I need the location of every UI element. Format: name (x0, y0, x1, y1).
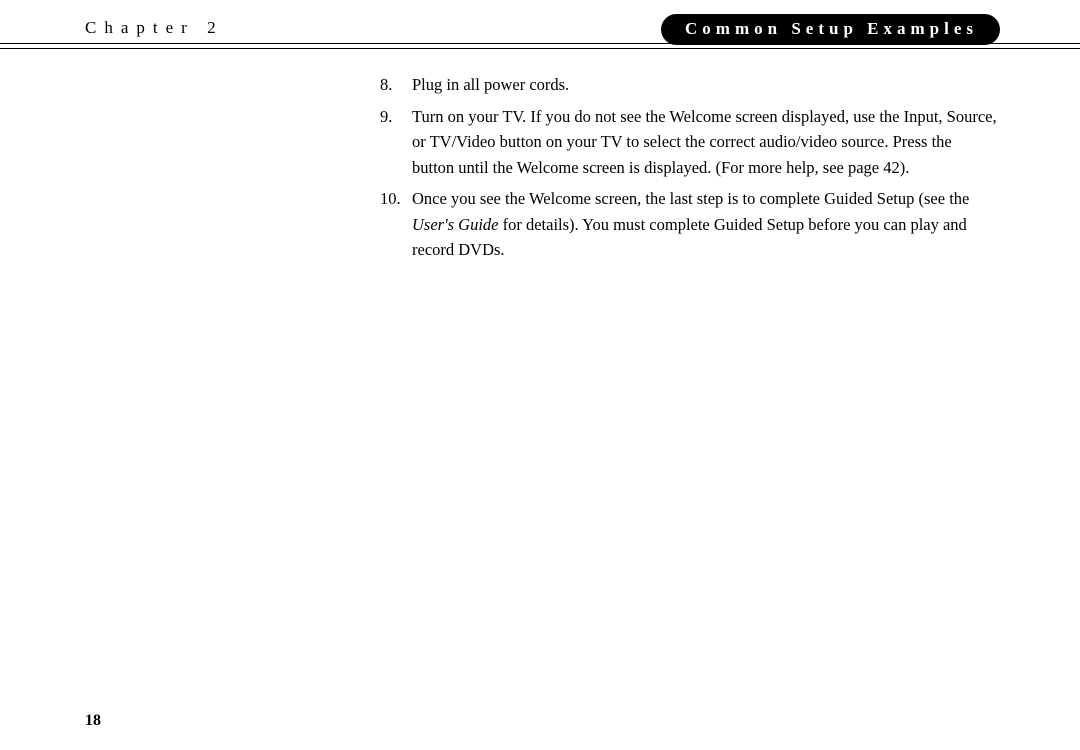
setup-steps-list: 8. Plug in all power cords. 9. Turn on y… (380, 72, 998, 263)
step-text-italic: User's Guide (412, 215, 498, 234)
header-divider-bottom (0, 48, 1080, 49)
page-number: 18 (85, 712, 101, 730)
list-item: 8. Plug in all power cords. (380, 72, 998, 98)
chapter-label: Chapter 2 (85, 18, 224, 38)
section-title-badge: Common Setup Examples (661, 14, 1000, 45)
list-item: 9. Turn on your TV. If you do not see th… (380, 104, 998, 181)
step-text: Plug in all power cords. (412, 75, 569, 94)
step-number: 8. (380, 72, 392, 98)
step-number: 9. (380, 104, 392, 130)
content-area: 8. Plug in all power cords. 9. Turn on y… (380, 72, 998, 269)
header-divider-top (0, 43, 1080, 44)
page-header: Chapter 2 Common Setup Examples (0, 16, 1080, 46)
step-text: Turn on your TV. If you do not see the W… (412, 107, 997, 177)
step-number: 10. (380, 186, 401, 212)
step-text-pre: Once you see the Welcome screen, the las… (412, 189, 969, 208)
list-item: 10. Once you see the Welcome screen, the… (380, 186, 998, 263)
